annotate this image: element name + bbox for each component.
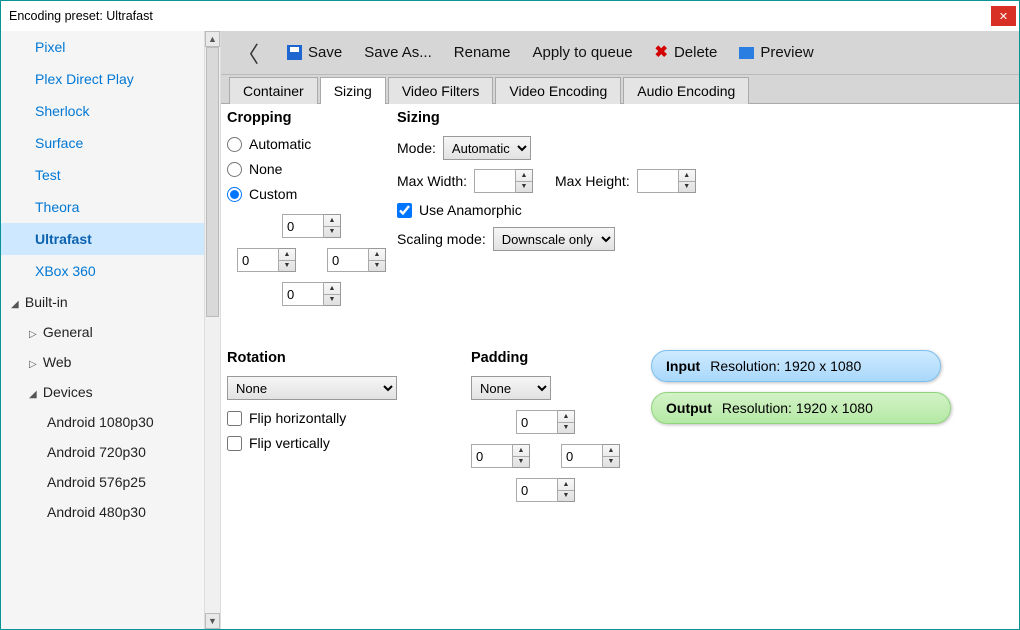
window-title: Encoding preset: Ultrafast xyxy=(9,9,153,23)
preset-item[interactable]: Surface xyxy=(1,127,204,159)
mode-select[interactable]: Automatic xyxy=(443,136,531,160)
input-info-badge: Input Resolution: 1920 x 1080 xyxy=(651,350,941,382)
group-devices[interactable]: ◢ Devices xyxy=(1,377,204,407)
preset-item[interactable]: Theora xyxy=(1,191,204,223)
pad-bottom-spinner[interactable]: ▲▼ xyxy=(558,478,575,502)
pad-left-spinner[interactable]: ▲▼ xyxy=(513,444,530,468)
flip-v-label: Flip vertically xyxy=(249,435,330,451)
rotation-select[interactable]: None xyxy=(227,376,397,400)
crop-right-spinner[interactable]: ▲▼ xyxy=(369,248,386,272)
crop-option-label: Custom xyxy=(249,186,297,202)
cropping-heading: Cropping xyxy=(227,110,397,126)
pad-right-spinner[interactable]: ▲▼ xyxy=(603,444,620,468)
tab-container[interactable]: Container xyxy=(229,77,318,104)
preview-button[interactable]: Preview xyxy=(739,44,813,61)
tab-video-filters[interactable]: Video Filters xyxy=(388,77,494,104)
crop-left-spinner[interactable]: ▲▼ xyxy=(279,248,296,272)
crop-top-input[interactable] xyxy=(282,214,324,238)
group-web[interactable]: ▷ Web xyxy=(1,347,204,377)
scroll-down-button[interactable]: ▼ xyxy=(205,613,220,629)
crop-custom-radio[interactable] xyxy=(227,187,242,202)
maxwidth-label: Max Width: xyxy=(397,173,467,189)
preview-icon xyxy=(739,47,754,59)
tab-sizing[interactable]: Sizing xyxy=(320,77,386,104)
maxheight-label: Max Height: xyxy=(555,173,630,189)
close-button[interactable]: ✕ xyxy=(991,6,1016,26)
maxheight-input[interactable] xyxy=(637,169,679,193)
preset-item[interactable]: Plex Direct Play xyxy=(1,63,204,95)
delete-icon: ✖ xyxy=(655,46,668,59)
preset-item[interactable]: XBox 360 xyxy=(1,255,204,287)
device-item[interactable]: Android 576p25 xyxy=(1,467,204,497)
group-general[interactable]: ▷ General xyxy=(1,317,204,347)
scaling-label: Scaling mode: xyxy=(397,231,486,247)
output-resolution: 1920 x 1080 xyxy=(796,400,873,416)
pad-top-spinner[interactable]: ▲▼ xyxy=(558,410,575,434)
crop-bottom-input[interactable] xyxy=(282,282,324,306)
maxwidth-input[interactable] xyxy=(474,169,516,193)
tab-audio-encoding[interactable]: Audio Encoding xyxy=(623,77,749,104)
apply-queue-button[interactable]: Apply to queue xyxy=(532,44,632,61)
preset-item[interactable]: Pixel xyxy=(1,31,204,63)
crop-option-label: None xyxy=(249,161,282,177)
save-button[interactable]: Save xyxy=(287,44,342,61)
sizing-heading: Sizing xyxy=(397,110,817,126)
pad-bottom-input[interactable] xyxy=(516,478,558,502)
device-item[interactable]: Android 1080p30 xyxy=(1,407,204,437)
maxheight-spinner[interactable]: ▲▼ xyxy=(679,169,696,193)
crop-top-spinner[interactable]: ▲▼ xyxy=(324,214,341,238)
preset-tree[interactable]: PixelPlex Direct PlaySherlockSurfaceTest… xyxy=(1,31,204,629)
device-item[interactable]: Android 480p30 xyxy=(1,497,204,527)
preset-item[interactable]: Sherlock xyxy=(1,95,204,127)
anamorphic-checkbox[interactable] xyxy=(397,203,412,218)
preset-item[interactable]: Test xyxy=(1,159,204,191)
maxwidth-spinner[interactable]: ▲▼ xyxy=(516,169,533,193)
rename-button[interactable]: Rename xyxy=(454,44,511,61)
save-icon xyxy=(287,45,302,60)
scroll-up-button[interactable]: ▲ xyxy=(205,31,220,47)
padding-select[interactable]: None xyxy=(471,376,551,400)
crop-left-input[interactable] xyxy=(237,248,279,272)
preset-item[interactable]: Ultrafast xyxy=(1,223,204,255)
crop-automatic-radio[interactable] xyxy=(227,137,242,152)
builtin-group[interactable]: ◢ Built-in xyxy=(1,287,204,317)
output-info-badge: Output Resolution: 1920 x 1080 xyxy=(651,392,951,424)
save-as-button[interactable]: Save As... xyxy=(364,44,432,61)
pad-top-input[interactable] xyxy=(516,410,558,434)
flip-h-label: Flip horizontally xyxy=(249,410,346,426)
back-button[interactable]: 〈 xyxy=(231,37,265,69)
device-item[interactable]: Android 720p30 xyxy=(1,437,204,467)
padding-heading: Padding xyxy=(471,350,671,366)
crop-right-input[interactable] xyxy=(327,248,369,272)
flip-v-checkbox[interactable] xyxy=(227,436,242,451)
flip-h-checkbox[interactable] xyxy=(227,411,242,426)
input-resolution: 1920 x 1080 xyxy=(784,358,861,374)
delete-button[interactable]: ✖Delete xyxy=(655,44,718,61)
pad-right-input[interactable] xyxy=(561,444,603,468)
anamorphic-label: Use Anamorphic xyxy=(419,202,522,218)
pad-left-input[interactable] xyxy=(471,444,513,468)
mode-label: Mode: xyxy=(397,140,436,156)
rotation-heading: Rotation xyxy=(227,350,437,366)
tab-video-encoding[interactable]: Video Encoding xyxy=(495,77,621,104)
scaling-select[interactable]: Downscale only xyxy=(493,227,615,251)
scroll-thumb[interactable] xyxy=(206,47,219,317)
crop-option-label: Automatic xyxy=(249,136,311,152)
crop-none-radio[interactable] xyxy=(227,162,242,177)
sidebar-scrollbar[interactable]: ▲ ▼ xyxy=(204,31,220,629)
crop-bottom-spinner[interactable]: ▲▼ xyxy=(324,282,341,306)
